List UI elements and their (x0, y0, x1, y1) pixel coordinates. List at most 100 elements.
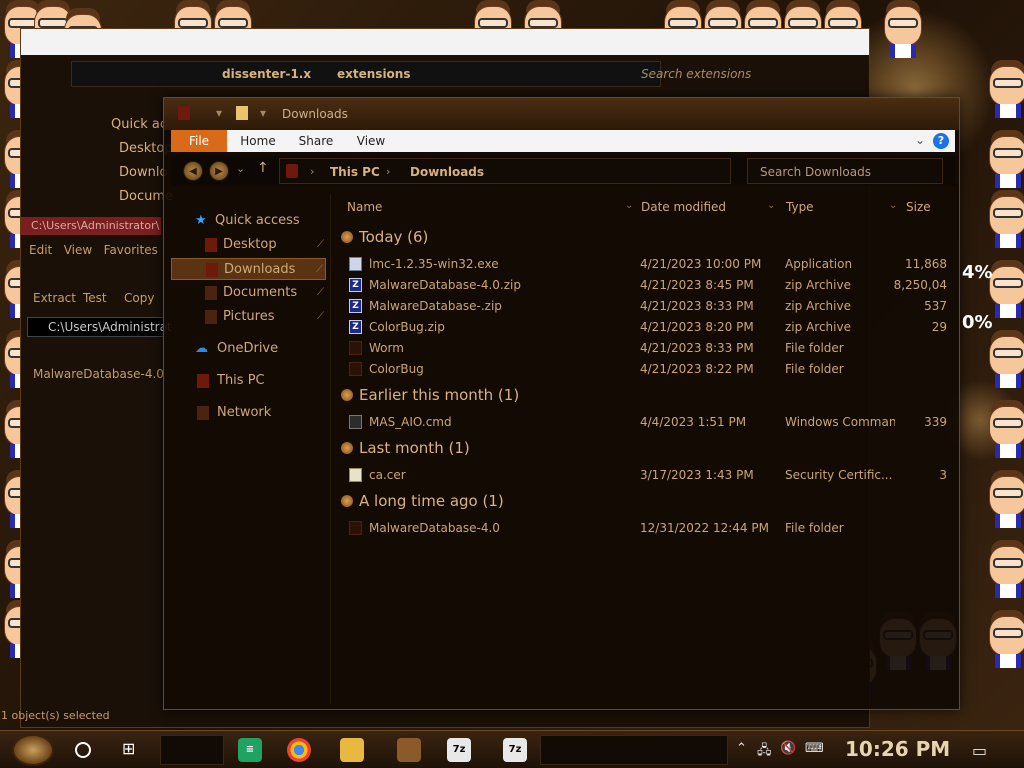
nav-network[interactable]: Network (171, 402, 326, 424)
background-address-bar[interactable]: dissenter-1.x extensions (71, 61, 661, 87)
cartoon-body (995, 104, 1021, 118)
nav-pictures[interactable]: Pictures ⟋ (171, 306, 326, 328)
background-menu-bar[interactable]: Edit View Favorites (29, 243, 158, 257)
nav-desktop[interactable]: Desktop ⟋ (171, 234, 326, 256)
breadcrumb-separator-icon[interactable]: › (310, 165, 314, 178)
expand-ribbon-chevron-icon[interactable]: ⌄ (915, 133, 925, 147)
file-explorer-icon[interactable] (340, 738, 364, 762)
keyboard-icon[interactable]: ⌨ (805, 741, 824, 756)
file-date: 4/21/2023 8:22 PM (640, 362, 754, 376)
cartoon-glasses (993, 148, 1023, 158)
sevenzip-icon[interactable]: 7z (447, 738, 471, 762)
network-icon[interactable]: 🖧 (757, 741, 772, 763)
volume-muted-icon[interactable]: 🔇 (780, 741, 796, 756)
file-row[interactable]: MalwareDatabase-4.0 12/31/2022 12:44 PM Fi… (349, 518, 953, 538)
group-header[interactable]: A long time ago (1) (341, 492, 504, 510)
file-name: MalwareDatabase-4.0 (369, 521, 500, 535)
copy-button[interactable]: Copy (124, 291, 154, 305)
background-downloads[interactable]: Downlo (119, 165, 167, 180)
chevron-up-icon[interactable]: ⌃ (736, 741, 747, 756)
tab-share[interactable]: Share (291, 130, 341, 152)
notification-icon[interactable]: ▭ (972, 741, 987, 760)
help-button[interactable]: ? (933, 133, 949, 149)
column-sort-chevron-icon[interactable]: ⌄ (889, 200, 897, 211)
recent-locations-chevron-icon[interactable]: ⌄ (236, 162, 245, 175)
search-input[interactable]: Search Downloads (747, 158, 943, 184)
folder-icon (236, 106, 248, 120)
customize-toolbar-chevron-icon[interactable]: ▾ (260, 106, 266, 120)
background-search-input[interactable]: Search extensions (641, 63, 841, 87)
nav-documents[interactable]: Documents ⟋ (171, 282, 326, 304)
file-row[interactable]: lmc-1.2.35-win32.exe 4/21/2023 10:00 PM Ap… (349, 254, 953, 274)
column-header-name[interactable]: Name (347, 200, 382, 214)
test-button[interactable]: Test (83, 291, 107, 305)
tab-view[interactable]: View (347, 130, 395, 152)
cartoon-body (995, 584, 1021, 598)
background-crumb-2[interactable]: extensions (337, 67, 410, 81)
start-button[interactable] (12, 734, 54, 766)
explorer-window[interactable]: ▾ ▾ Downloads File Home Share View ⌄ ? ◀… (163, 97, 960, 710)
column-header-size[interactable]: Size (906, 200, 931, 214)
breadcrumb-downloads[interactable]: Downloads (410, 165, 484, 179)
nav-pictures-label: Pictures (223, 309, 275, 324)
nav-onedrive[interactable]: ☁ OneDrive (171, 338, 326, 360)
menu-edit[interactable]: Edit (29, 243, 52, 257)
sheets-icon[interactable]: ≡ (238, 738, 262, 762)
file-type: File folder (785, 341, 844, 355)
sevenzip-icon[interactable]: 7z (503, 738, 527, 762)
column-header-date[interactable]: Date modified (641, 200, 726, 214)
file-row[interactable]: ColorBug 4/21/2023 8:22 PM File folder (349, 359, 953, 379)
column-sort-chevron-icon[interactable]: ⌄ (767, 200, 775, 211)
background-window-titlebar[interactable] (21, 29, 869, 55)
window-titlebar[interactable]: ▾ ▾ Downloads (164, 98, 959, 130)
file-row[interactable]: Z ColorBug.zip 4/21/2023 8:20 PM zip Archiv… (349, 317, 953, 337)
cartoon-figure (985, 470, 1024, 528)
file-row[interactable]: Z MalwareDatabase-.zip 4/21/2023 8:33 PM zi… (349, 296, 953, 316)
file-date: 3/17/2023 1:43 PM (640, 468, 754, 482)
address-bar[interactable]: › This PC › Downloads ⌄ ↻ (279, 158, 827, 184)
cartoon-glasses (528, 18, 558, 28)
taskbar-empty-slot[interactable] (160, 735, 224, 765)
background-crumb-1[interactable]: dissenter-1.x (222, 67, 311, 81)
background-path-field[interactable]: C:\Users\Administrat (27, 317, 172, 337)
cartoon-body (995, 374, 1021, 388)
group-header[interactable]: Today (6) (341, 228, 428, 246)
menu-favorites[interactable]: Favorites (104, 243, 158, 257)
breadcrumb-separator-icon[interactable]: › (386, 165, 390, 178)
taskbar-empty-slot[interactable] (540, 735, 728, 765)
search-circle-icon[interactable] (75, 742, 91, 758)
forward-button[interactable]: ▶ (209, 161, 229, 181)
group-header[interactable]: Last month (1) (341, 439, 470, 457)
task-view-icon[interactable]: ⊞ (122, 739, 135, 758)
chrome-icon[interactable] (287, 738, 311, 762)
file-row[interactable]: ca.cer 3/17/2023 1:43 PM Security Certific… (349, 465, 953, 485)
zip-file-icon: Z (349, 320, 362, 334)
winrar-icon[interactable] (397, 738, 421, 762)
column-header-type[interactable]: Type (786, 200, 814, 214)
cartoon-glasses (218, 18, 248, 28)
file-type: File folder (785, 362, 844, 376)
file-date: 4/21/2023 8:33 PM (640, 299, 754, 313)
tab-home[interactable]: Home (233, 130, 283, 152)
group-header[interactable]: Earlier this month (1) (341, 386, 519, 404)
nav-this-pc[interactable]: This PC (171, 370, 326, 392)
breadcrumb-this-pc[interactable]: This PC (330, 165, 380, 179)
cloud-icon: ☁ (195, 341, 208, 356)
nav-quick-access[interactable]: ★ Quick access (171, 210, 326, 232)
file-date: 4/4/2023 1:51 PM (640, 415, 747, 429)
menu-view[interactable]: View (64, 243, 92, 257)
background-list-item[interactable]: MalwareDatabase-4.0 (33, 367, 164, 381)
nav-downloads[interactable]: Downloads ⟋ (171, 258, 326, 280)
nav-desktop-label: Desktop (223, 237, 277, 252)
file-row[interactable]: Z MalwareDatabase-4.0.zip 4/21/2023 8:45 P… (349, 275, 953, 295)
zip-file-icon: Z (349, 299, 362, 313)
column-sort-chevron-icon[interactable]: ⌄ (625, 200, 633, 211)
back-button[interactable]: ◀ (183, 161, 203, 181)
file-row[interactable]: MAS_AIO.cmd 4/4/2023 1:51 PM Windows Comma… (349, 412, 953, 432)
extract-button[interactable]: Extract (33, 291, 76, 305)
cartoon-glasses (888, 18, 918, 28)
tab-file[interactable]: File (171, 130, 227, 152)
up-button[interactable]: ↑ (257, 160, 269, 176)
file-row[interactable]: Worm 4/21/2023 8:33 PM File folder (349, 338, 953, 358)
clock[interactable]: 10:26 PM (845, 737, 950, 761)
